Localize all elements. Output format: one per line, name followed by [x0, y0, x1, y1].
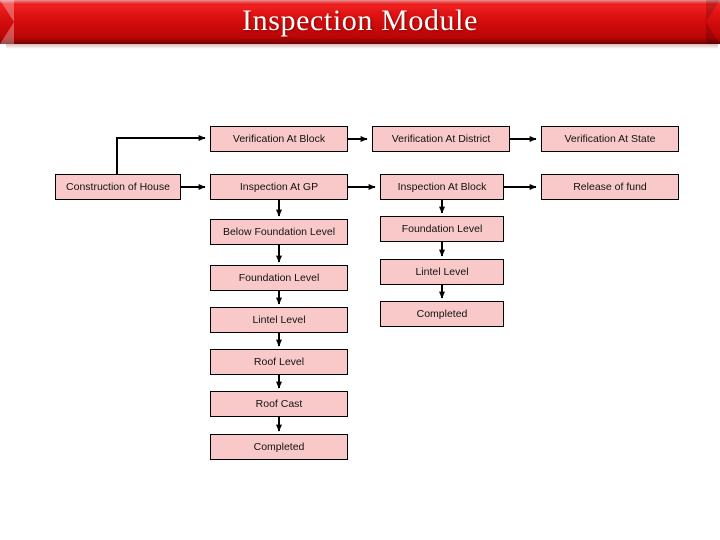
node-gp-completed[interactable]: Completed [210, 434, 348, 460]
node-verification-at-block[interactable]: Verification At Block [210, 126, 348, 152]
node-label: Verification At Block [232, 132, 326, 145]
node-label: Verification At District [391, 132, 491, 145]
node-label: Release of fund [573, 180, 647, 193]
node-gp-lintel-level[interactable]: Lintel Level [210, 307, 348, 333]
node-label: Construction of House [66, 180, 170, 193]
node-label: Completed [416, 307, 468, 320]
node-block-lintel-level[interactable]: Lintel Level [380, 259, 504, 285]
node-label: Roof Level [253, 355, 305, 368]
node-release-of-fund[interactable]: Release of fund [541, 174, 679, 200]
flowchart-connectors [116, 135, 537, 432]
node-block-completed[interactable]: Completed [380, 301, 504, 327]
node-label: Below Foundation Level [222, 225, 336, 238]
node-inspection-at-block[interactable]: Inspection At Block [380, 174, 504, 200]
node-gp-roof-level[interactable]: Roof Level [210, 349, 348, 375]
node-label: Inspection At GP [239, 180, 319, 193]
node-label: Verification At State [564, 132, 656, 145]
node-label: Lintel Level [415, 265, 469, 278]
inspection-module-page: Inspection Module Verification At Block … [0, 0, 720, 540]
connector-construction-to-verification-block [116, 135, 206, 174]
node-gp-foundation-level[interactable]: Foundation Level [210, 265, 348, 291]
node-inspection-at-gp[interactable]: Inspection At GP [210, 174, 348, 200]
node-gp-below-foundation-level[interactable]: Below Foundation Level [210, 219, 348, 245]
inspection-flowchart: Verification At Block Verification At Di… [0, 0, 720, 540]
node-label: Completed [253, 440, 305, 453]
node-block-foundation-level[interactable]: Foundation Level [380, 216, 504, 242]
node-label: Roof Cast [255, 397, 303, 410]
node-label: Lintel Level [252, 313, 306, 326]
node-verification-at-district[interactable]: Verification At District [372, 126, 510, 152]
node-label: Foundation Level [401, 222, 483, 235]
node-label: Inspection At Block [397, 180, 487, 193]
node-label: Foundation Level [238, 271, 320, 284]
node-verification-at-state[interactable]: Verification At State [541, 126, 679, 152]
node-construction-of-house[interactable]: Construction of House [55, 174, 181, 200]
node-gp-roof-cast[interactable]: Roof Cast [210, 391, 348, 417]
